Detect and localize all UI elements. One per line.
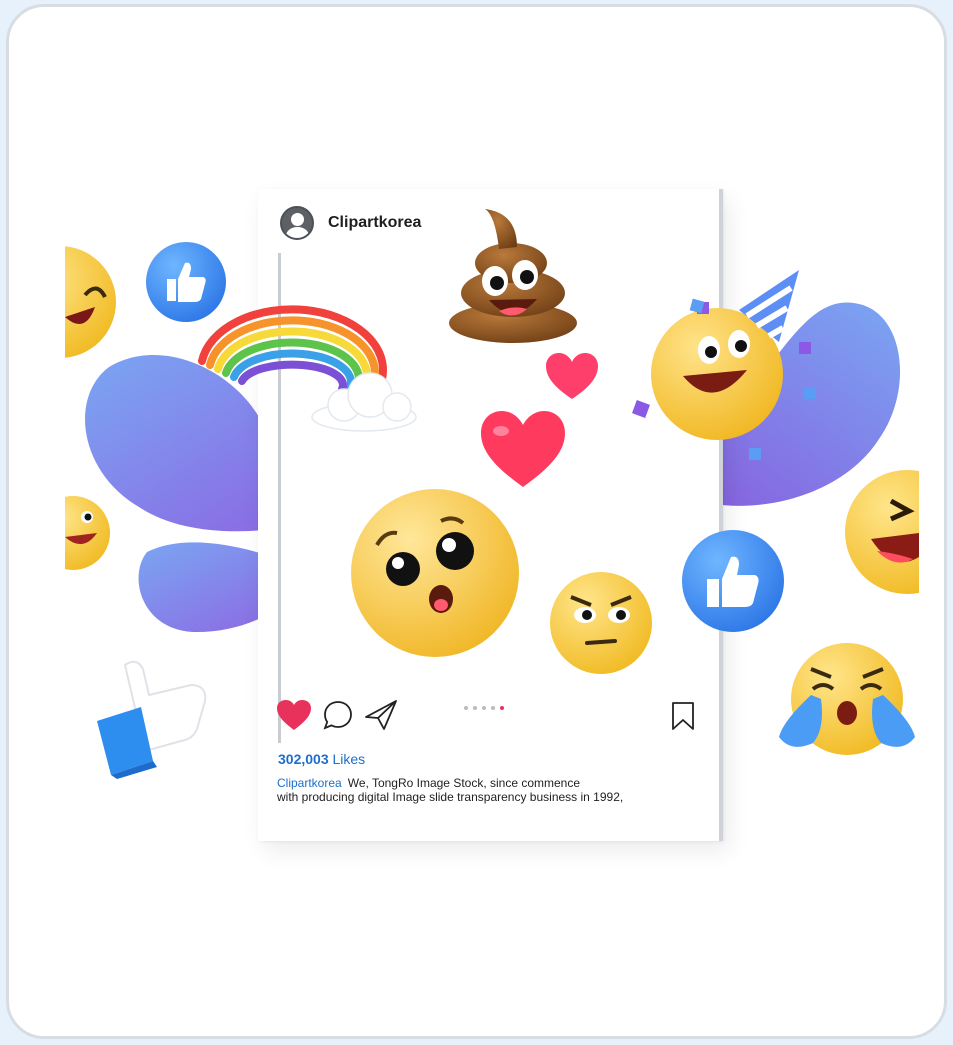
- heart-icon-large: [481, 411, 565, 487]
- heart-icon[interactable]: [276, 699, 312, 731]
- post-caption: Clipartkorea We, TongRo Image Stock, sinc…: [277, 776, 697, 804]
- grinning-squint-emoji-icon: [845, 470, 919, 594]
- carousel-dot[interactable]: [464, 706, 468, 710]
- rainbow-icon: [198, 305, 417, 432]
- post-actions: [276, 699, 398, 731]
- likes-label: Likes: [332, 751, 366, 767]
- poop-emoji-icon: [449, 209, 577, 343]
- party-emoji-icon: [632, 270, 816, 460]
- thumbs-up-3d-icon: [97, 660, 207, 779]
- carousel-indicator: [464, 706, 504, 710]
- carousel-dot-active[interactable]: [500, 706, 504, 710]
- caption-line-2: with producing digital Image slide trans…: [277, 790, 624, 804]
- laughing-emoji-icon: [65, 246, 116, 358]
- heart-icon-small: [546, 353, 598, 399]
- pleading-emoji-icon: [351, 489, 519, 657]
- carousel-dot[interactable]: [482, 706, 486, 710]
- post-username[interactable]: Clipartkorea: [328, 214, 421, 232]
- caption-username[interactable]: Clipartkorea: [277, 776, 342, 790]
- carousel-dot[interactable]: [491, 706, 495, 710]
- avatar[interactable]: [280, 206, 314, 240]
- post-header: Clipartkorea: [280, 205, 421, 241]
- crying-emoji-icon: [779, 643, 915, 755]
- image-frame: Clipartkorea 302,003 Likes Clipartkorea …: [6, 4, 947, 1039]
- bookmark-icon[interactable]: [670, 701, 696, 731]
- likes-count[interactable]: 302,003 Likes: [278, 751, 365, 767]
- thumbs-up-badge-icon: [682, 530, 784, 632]
- comment-icon[interactable]: [322, 699, 354, 731]
- wink-emoji-icon: [65, 496, 110, 570]
- carousel-dot[interactable]: [473, 706, 477, 710]
- paper-plane-icon[interactable]: [364, 699, 398, 731]
- caption-line-1: We, TongRo Image Stock, since commence: [347, 776, 581, 790]
- unamused-emoji-icon: [550, 572, 652, 674]
- likes-number: 302,003: [278, 751, 329, 767]
